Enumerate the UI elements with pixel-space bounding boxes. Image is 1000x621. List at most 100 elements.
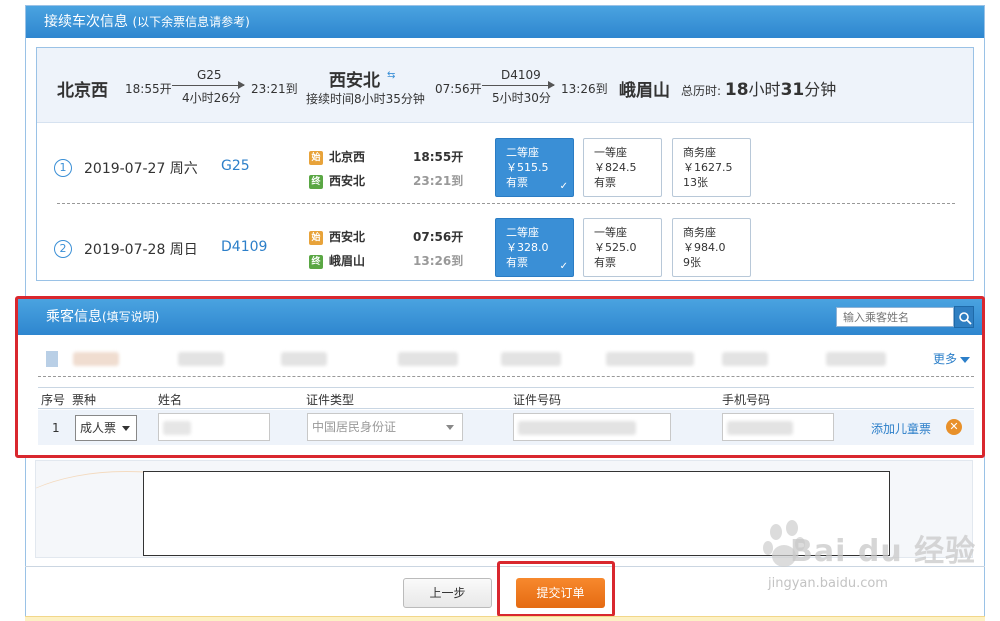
redacted-text xyxy=(727,421,793,435)
id-type-value: 中国居民身份证 xyxy=(312,420,397,434)
saved-passenger[interactable] xyxy=(281,352,327,366)
passenger-header: 乘客信息(填写说明) xyxy=(18,299,982,335)
chevron-down-icon xyxy=(446,425,454,430)
arrive-time-2: 13:26到 xyxy=(561,82,608,96)
row-index: 1 xyxy=(52,421,60,435)
trip-to: 终西安北 xyxy=(309,172,365,189)
passenger-search-button[interactable] xyxy=(954,306,974,328)
transfer-icon: ⇆ xyxy=(387,70,396,81)
end-tag-icon: 终 xyxy=(309,174,323,189)
total-hours-unit: 小时 xyxy=(748,80,781,99)
watermark-brand: Bai du 经验 xyxy=(790,534,977,569)
remove-passenger-icon[interactable]: ✕ xyxy=(946,419,962,435)
saved-passenger[interactable] xyxy=(398,352,458,366)
seat-availability: 有票 xyxy=(506,256,528,269)
baidu-watermark: Bai du 经验 jingyan.baidu.com xyxy=(760,518,980,608)
transfer-duration: 接续时间8小时35分钟 xyxy=(306,92,425,106)
name-field[interactable] xyxy=(158,413,270,441)
saved-passenger[interactable] xyxy=(178,352,224,366)
more-passengers-toggle[interactable]: 更多 xyxy=(933,350,970,367)
col-name: 姓名 xyxy=(158,393,183,407)
seat-price: ￥328.0 xyxy=(506,241,549,254)
saved-passenger[interactable] xyxy=(722,352,768,366)
col-id-type: 证件类型 xyxy=(306,393,355,407)
seat-availability: 9张 xyxy=(683,256,701,269)
trip-depart: 18:55开 xyxy=(413,150,464,164)
arrive-time-1: 23:21到 xyxy=(251,82,298,96)
seat-availability: 有票 xyxy=(506,176,528,189)
seat-availability: 有票 xyxy=(594,256,616,269)
trip-number-badge: 1 xyxy=(54,159,72,177)
trip-train-code[interactable]: G25 xyxy=(221,158,250,174)
seat-name: 一等座 xyxy=(594,226,627,239)
saved-passenger[interactable] xyxy=(73,352,119,366)
trip-train-code[interactable]: D4109 xyxy=(221,239,267,255)
total-minutes: 31 xyxy=(780,80,805,100)
trip-to-name: 峨眉山 xyxy=(329,254,366,268)
chevron-down-icon xyxy=(122,426,130,431)
saved-passenger-list xyxy=(46,349,976,369)
origin-station: 北京西 xyxy=(57,81,108,101)
passenger-search-input[interactable] xyxy=(836,307,954,327)
seat-name: 二等座 xyxy=(506,146,539,159)
ticket-type-value: 成人票 xyxy=(80,421,117,435)
depart-time-2: 07:56开 xyxy=(435,82,482,96)
passenger-section: 乘客信息(填写说明) 更多 序号 票种 姓名 证件类型 证件号码 手机号码 xyxy=(15,296,985,458)
add-child-ticket-link[interactable]: 添加儿童票 xyxy=(871,420,931,437)
redacted-text xyxy=(518,421,636,435)
page: 接续车次信息 (以下余票信息请参考) 北京西 18:55开 G25 4小时26分… xyxy=(0,0,1000,621)
bottom-notice-strip xyxy=(25,616,985,621)
seat-option-first-class[interactable]: 一等座 ￥824.5 有票 xyxy=(583,138,662,197)
saved-passenger[interactable] xyxy=(826,352,886,366)
phone-field[interactable] xyxy=(722,413,834,441)
checkbox-icon[interactable] xyxy=(46,351,58,367)
train-info-title: 接续车次信息 xyxy=(44,14,128,30)
seat-name: 商务座 xyxy=(683,146,716,159)
trip-number-badge: 2 xyxy=(54,240,72,258)
col-id-number: 证件号码 xyxy=(513,393,562,407)
fill-instructions-link[interactable]: (填写说明) xyxy=(102,310,159,324)
seat-name: 商务座 xyxy=(683,226,716,239)
seat-name: 二等座 xyxy=(506,226,539,239)
seat-option-first-class[interactable]: 一等座 ￥525.0 有票 xyxy=(583,218,662,277)
seat-name: 一等座 xyxy=(594,146,627,159)
trip-from: 始西安北 xyxy=(309,228,365,245)
seat-price: ￥515.5 xyxy=(506,161,549,174)
seat-availability: 13张 xyxy=(683,176,708,189)
train-code-2: D4109 xyxy=(501,68,541,82)
total-label: 总历时: xyxy=(681,84,722,98)
seat-price: ￥525.0 xyxy=(594,241,637,254)
seat-availability: 有票 xyxy=(594,176,616,189)
id-number-field[interactable] xyxy=(513,413,671,441)
depart-time-1: 18:55开 xyxy=(125,82,172,96)
col-phone: 手机号码 xyxy=(722,393,771,407)
id-type-select[interactable]: 中国居民身份证 xyxy=(307,413,463,441)
trip-date: 2019-07-28 周日 xyxy=(84,242,198,258)
saved-passenger[interactable] xyxy=(606,352,694,366)
search-icon xyxy=(959,312,972,325)
passenger-divider xyxy=(38,376,974,377)
seat-price: ￥984.0 xyxy=(683,241,726,254)
previous-step-button[interactable]: 上一步 xyxy=(403,578,492,608)
ticket-type-select[interactable]: 成人票 xyxy=(75,415,137,441)
start-tag-icon: 始 xyxy=(309,150,323,165)
trip-from-name: 北京西 xyxy=(329,150,366,164)
arrow-icon xyxy=(172,81,245,89)
seat-option-business-class[interactable]: 商务座 ￥1627.5 13张 xyxy=(672,138,751,197)
seat-option-business-class[interactable]: 商务座 ￥984.0 9张 xyxy=(672,218,751,277)
transfer-station: 西安北 xyxy=(329,71,380,91)
submit-order-button[interactable]: 提交订单 xyxy=(516,578,605,608)
seat-option-second-class[interactable]: 二等座 ￥328.0 有票 xyxy=(495,218,574,277)
passenger-table-header: 序号 票种 姓名 证件类型 证件号码 手机号码 xyxy=(38,387,974,409)
watermark-url: jingyan.baidu.com xyxy=(768,576,888,591)
trip-to: 终峨眉山 xyxy=(309,252,365,269)
trip-to-name: 西安北 xyxy=(329,174,366,188)
more-label: 更多 xyxy=(932,352,957,366)
seat-price: ￥1627.5 xyxy=(683,161,733,174)
saved-passenger[interactable] xyxy=(501,352,561,366)
trip-row: 1 2019-07-27 周六 G25 始北京西 终西安北 18:55开 23:… xyxy=(37,128,973,206)
trip-date: 2019-07-27 周六 xyxy=(84,161,198,177)
route-overview: 北京西 18:55开 G25 4小时26分 23:21到 西安北 ⇆ 接续时间8… xyxy=(37,48,973,123)
train-info-header: 接续车次信息 (以下余票信息请参考) xyxy=(26,6,984,38)
seat-option-second-class[interactable]: 二等座 ￥515.5 有票 xyxy=(495,138,574,197)
